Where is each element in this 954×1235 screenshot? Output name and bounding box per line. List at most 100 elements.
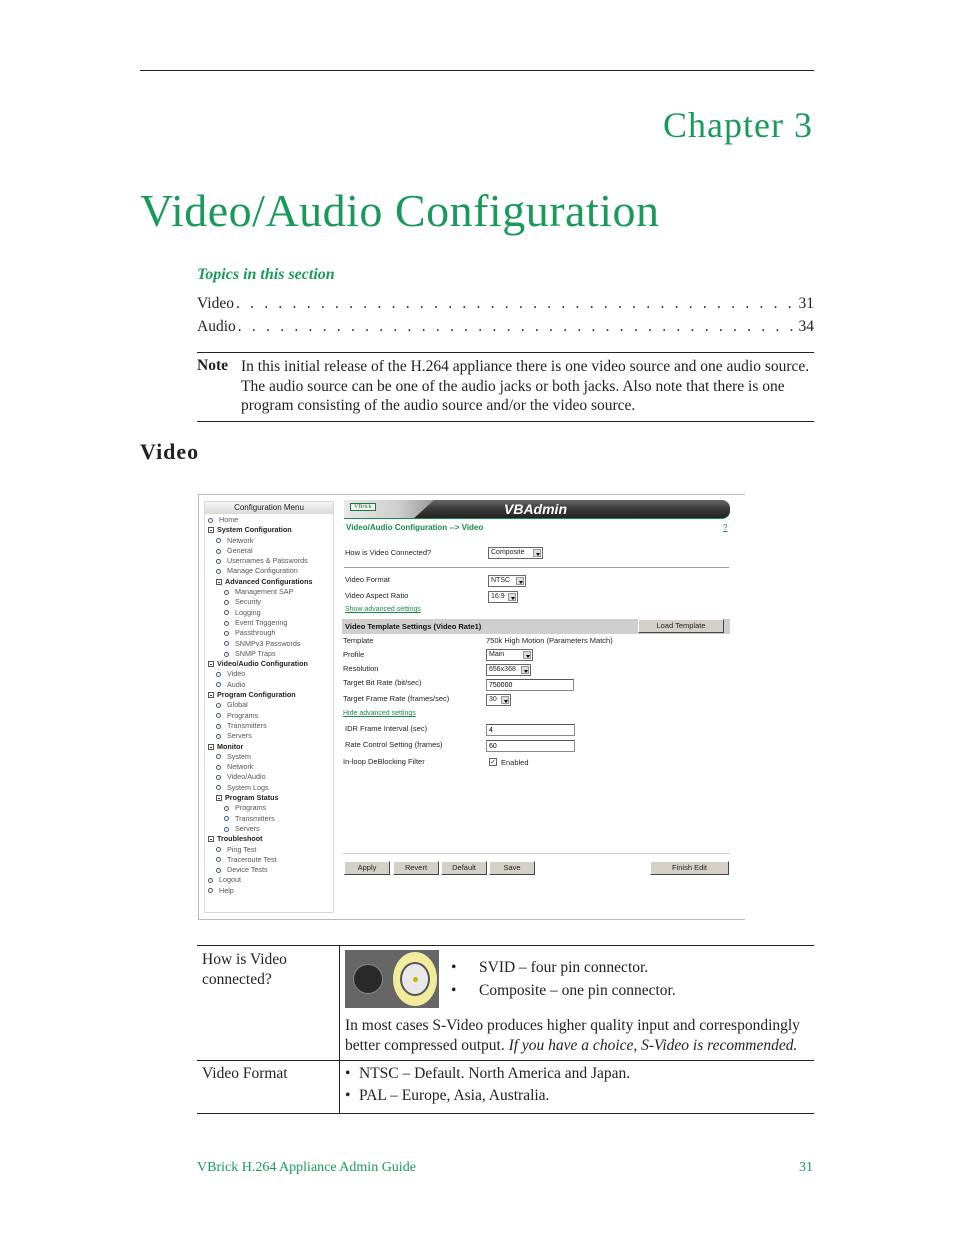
collapse-icon[interactable] xyxy=(208,692,214,699)
bullet-icon xyxy=(216,847,221,853)
menu-item-label: Monitor xyxy=(217,741,244,751)
menu-item-label: System xyxy=(227,751,251,761)
menu-item-usernames-passwords[interactable]: Usernames & Passwords xyxy=(205,556,333,566)
collapse-icon[interactable] xyxy=(216,578,222,585)
menu-item-passthrough[interactable]: Passthrough xyxy=(205,628,333,638)
revert-button[interactable]: Revert xyxy=(393,861,439,875)
menu-item-label: Transmitters xyxy=(227,720,267,730)
menu-item-program-status[interactable]: Program Status xyxy=(205,793,333,803)
menu-item-system-logs[interactable]: System Logs xyxy=(205,783,333,793)
menu-item-snmp-traps[interactable]: SNMP Traps xyxy=(205,649,333,659)
bullet-icon xyxy=(224,805,229,811)
chevron-down-icon xyxy=(523,651,531,659)
menu-item-snmpv3-passwords[interactable]: SNMPv3 Passwords xyxy=(205,639,333,649)
menu-item-help[interactable]: Help xyxy=(205,886,333,896)
select-value: 30 xyxy=(489,696,497,703)
menu-item-home[interactable]: Home xyxy=(205,515,333,525)
menu-item-programs[interactable]: Programs xyxy=(205,711,333,721)
collapse-icon[interactable] xyxy=(208,743,214,750)
idr-input[interactable] xyxy=(486,724,575,736)
bitrate-input[interactable] xyxy=(486,679,574,691)
note-text: In this initial release of the H.264 app… xyxy=(241,358,810,414)
menu-item-logout[interactable]: Logout xyxy=(205,875,333,885)
menu-item-video[interactable]: Video xyxy=(205,669,333,679)
chevron-down-icon xyxy=(533,549,541,557)
menu-item-monitor[interactable]: Monitor xyxy=(205,742,333,752)
menu-item-label: Programs xyxy=(235,803,267,813)
toc-item-video[interactable]: Video . . . . . . . . . . . . . . . . . … xyxy=(197,295,814,313)
hide-advanced-link[interactable]: Hide advanced settings xyxy=(343,710,416,717)
menu-item-servers[interactable]: Servers xyxy=(205,824,333,834)
rate-control-input[interactable] xyxy=(486,740,575,752)
menu-item-network[interactable]: Network xyxy=(205,762,333,772)
menu-item-device-tests[interactable]: Device Tests xyxy=(205,865,333,875)
list-item: • NTSC – Default. North America and Japan… xyxy=(345,1065,631,1082)
vbadmin-header: VBrick VBAdmin xyxy=(344,500,730,519)
collapse-icon[interactable] xyxy=(208,527,214,534)
toc-item-audio[interactable]: Audio . . . . . . . . . . . . . . . . . … xyxy=(197,318,814,336)
menu-item-video-audio[interactable]: Video/Audio xyxy=(205,772,333,782)
bullet-icon xyxy=(216,538,221,544)
framerate-select[interactable]: 30 xyxy=(486,694,511,706)
divider xyxy=(344,567,729,568)
bullet-icon xyxy=(224,651,229,657)
menu-item-general[interactable]: General xyxy=(205,546,333,556)
menu-item-video-audio-configuration[interactable]: Video/Audio Configuration xyxy=(205,659,333,669)
collapse-icon[interactable] xyxy=(208,836,214,843)
menu-item-transmitters[interactable]: Transmitters xyxy=(205,814,333,824)
show-advanced-link[interactable]: Show advanced settings xyxy=(345,606,421,613)
menu-item-security[interactable]: Security xyxy=(205,597,333,607)
menu-item-manage-configuration[interactable]: Manage Configuration xyxy=(205,566,333,576)
select-value: Composite xyxy=(491,549,525,556)
menu-item-management-sap[interactable]: Management SAP xyxy=(205,587,333,597)
bullet-icon xyxy=(216,558,221,564)
page-title: Video/Audio Configuration xyxy=(140,185,660,236)
save-button[interactable]: Save xyxy=(489,861,535,875)
collapse-icon[interactable] xyxy=(216,795,222,802)
toc-label: Video xyxy=(197,295,234,312)
default-button[interactable]: Default xyxy=(441,861,487,875)
toc-leader: . . . . . . . . . . . . . . . . . . . . … xyxy=(237,318,797,335)
menu-item-label: Help xyxy=(219,885,234,895)
menu-item-transmitters[interactable]: Transmitters xyxy=(205,721,333,731)
menu-item-logging[interactable]: Logging xyxy=(205,608,333,618)
deblocking-label: In-loop DeBlocking Filter xyxy=(343,757,425,766)
chevron-down-icon xyxy=(516,577,524,585)
bullet-icon xyxy=(224,826,229,832)
load-template-button[interactable]: Load Template xyxy=(638,619,724,633)
note-divider-bottom xyxy=(197,421,814,422)
collapse-icon[interactable] xyxy=(208,661,214,668)
bullet-icon xyxy=(216,867,221,873)
menu-item-label: Troubleshoot xyxy=(217,834,263,844)
menu-item-advanced-configurations[interactable]: Advanced Configurations xyxy=(205,577,333,587)
menu-item-label: Logout xyxy=(219,875,241,885)
video-format-select[interactable]: NTSC xyxy=(488,575,526,587)
menu-item-label: Servers xyxy=(227,731,252,741)
menu-item-label: System Configuration xyxy=(217,525,292,535)
menu-item-audio[interactable]: Audio xyxy=(205,680,333,690)
menu-item-network[interactable]: Network xyxy=(205,536,333,546)
deblocking-checkbox[interactable]: ✓ xyxy=(489,758,497,766)
menu-item-system-configuration[interactable]: System Configuration xyxy=(205,525,333,535)
list-item: • PAL – Europe, Asia, Australia. xyxy=(345,1086,550,1104)
menu-item-program-configuration[interactable]: Program Configuration xyxy=(205,690,333,700)
table-row: Video Format • NTSC – Default. North Amer… xyxy=(197,1060,814,1114)
video-connectors-image xyxy=(345,950,439,1008)
finish-edit-button[interactable]: Finish Edit xyxy=(650,861,729,875)
menu-item-system[interactable]: System xyxy=(205,752,333,762)
profile-select[interactable]: Main xyxy=(486,649,533,661)
aspect-ratio-select[interactable]: 16:9 xyxy=(488,591,518,603)
menu-item-event-triggering[interactable]: Event Triggering xyxy=(205,618,333,628)
resolution-select[interactable]: 656x368 xyxy=(486,664,531,676)
video-connected-select[interactable]: Composite xyxy=(488,547,543,559)
menu-item-traceroute-test[interactable]: Traceroute Test xyxy=(205,855,333,865)
menu-item-global[interactable]: Global xyxy=(205,700,333,710)
menu-item-ping-test[interactable]: Ping Test xyxy=(205,845,333,855)
help-link[interactable]: ? xyxy=(723,523,727,532)
menu-item-servers[interactable]: Servers xyxy=(205,731,333,741)
menu-item-label: Security xyxy=(235,597,261,607)
menu-item-troubleshoot[interactable]: Troubleshoot xyxy=(205,834,333,844)
apply-button[interactable]: Apply xyxy=(344,861,390,875)
menu-item-programs[interactable]: Programs xyxy=(205,803,333,813)
configuration-menu: Configuration Menu Home System Configurat… xyxy=(204,501,334,913)
